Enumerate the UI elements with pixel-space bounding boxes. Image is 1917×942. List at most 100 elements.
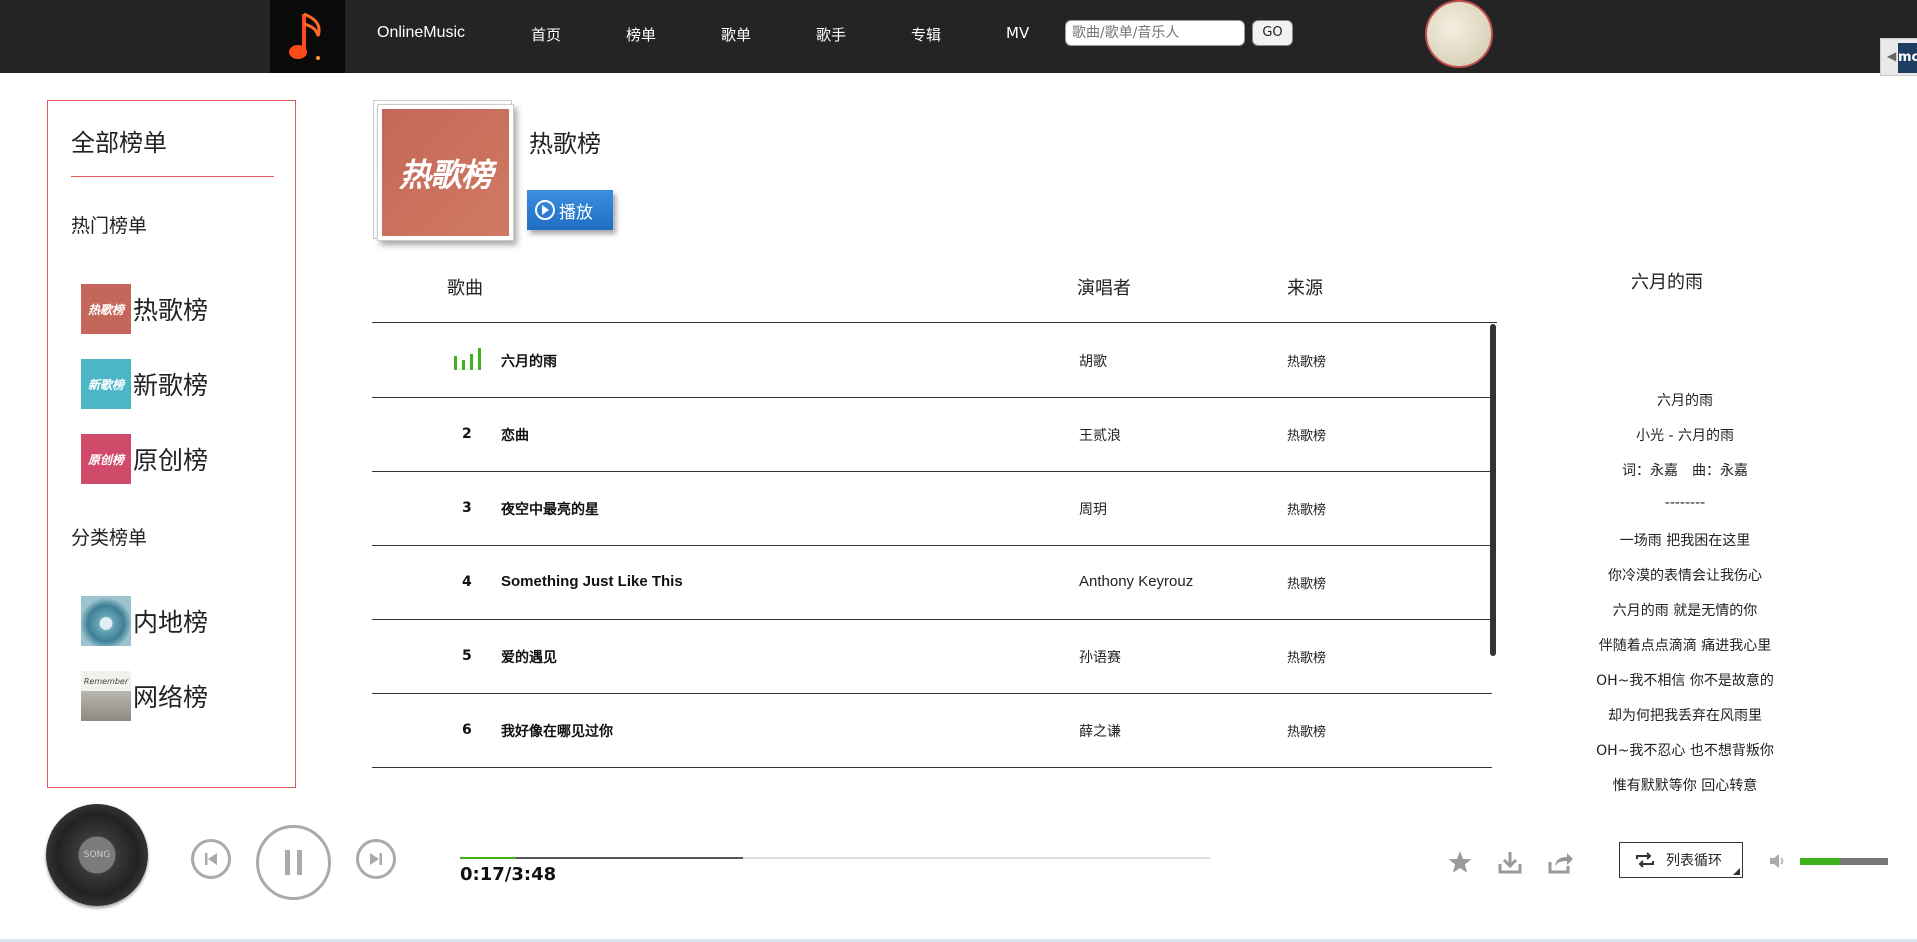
row-number: 2 bbox=[462, 426, 472, 442]
column-header-source: 来源 bbox=[1287, 278, 1323, 299]
play-all-label: 播放 bbox=[559, 202, 593, 223]
share-icon[interactable] bbox=[1546, 848, 1574, 876]
nav-playlists[interactable]: 歌单 bbox=[721, 24, 751, 45]
song-source: 热歌榜 bbox=[1287, 651, 1327, 666]
skip-previous-icon bbox=[205, 853, 217, 865]
loop-mode-label: 列表循环 bbox=[1666, 853, 1722, 869]
sidebar-divider bbox=[71, 176, 274, 177]
song-artist[interactable]: 周玥 bbox=[1079, 499, 1107, 519]
chart-sidebar: 全部榜单 热门榜单 热歌榜 热歌榜 新歌榜 新歌榜 原创榜 原创榜 分类榜单 内… bbox=[47, 100, 296, 788]
loop-mode-corner bbox=[1733, 868, 1740, 875]
play-circle-icon bbox=[535, 200, 555, 220]
disc-label: SONG bbox=[83, 850, 111, 860]
lyric-line: OH~我不忍心 也不想背叛你 bbox=[1596, 743, 1774, 759]
playlist-cover: 热歌榜 bbox=[373, 100, 514, 241]
progress-fill[interactable] bbox=[460, 857, 516, 859]
previous-button[interactable] bbox=[191, 839, 231, 879]
song-artist[interactable]: 孙语赛 bbox=[1079, 647, 1121, 667]
cover-front-frame: 热歌榜 bbox=[377, 104, 514, 241]
star-icon[interactable] bbox=[1446, 848, 1474, 876]
lyrics-title: 六月的雨 bbox=[1631, 272, 1703, 293]
mainland-thumb bbox=[81, 596, 131, 646]
side-tab-label: mo bbox=[1898, 43, 1917, 73]
lyric-line: 六月的雨 就是无情的你 bbox=[1612, 603, 1758, 619]
lyric-line: 一场雨 把我困在这里 bbox=[1619, 533, 1751, 549]
next-button[interactable] bbox=[356, 839, 396, 879]
repeat-icon bbox=[1636, 852, 1654, 868]
nav-charts[interactable]: 榜单 bbox=[626, 24, 656, 45]
album-disc: SONG bbox=[46, 804, 148, 906]
song-source: 热歌榜 bbox=[1287, 577, 1327, 592]
loop-mode-button[interactable]: 列表循环 bbox=[1619, 842, 1743, 878]
search-input[interactable] bbox=[1065, 20, 1245, 46]
sidebar-item-hot-songs[interactable]: 热歌榜 热歌榜 bbox=[81, 284, 208, 334]
column-header-song: 歌曲 bbox=[447, 278, 483, 299]
sidebar-item-network[interactable]: Remember 网络榜 bbox=[81, 671, 208, 721]
table-scrollbar[interactable] bbox=[1490, 324, 1496, 656]
table-row[interactable]: 4 Something Just Like This Anthony Keyro… bbox=[372, 546, 1492, 620]
nav-mv[interactable]: MV bbox=[1006, 24, 1029, 42]
song-artist[interactable]: 薛之谦 bbox=[1079, 721, 1121, 741]
table-row[interactable]: 5 爱的遇见 孙语赛 热歌榜 bbox=[372, 620, 1492, 694]
sidebar-item-new-songs[interactable]: 新歌榜 新歌榜 bbox=[81, 359, 208, 409]
song-artist[interactable]: Anthony Keyrouz bbox=[1079, 573, 1193, 590]
song-source: 热歌榜 bbox=[1287, 355, 1327, 370]
category-charts-heading: 分类榜单 bbox=[71, 527, 148, 549]
song-title[interactable]: 爱的遇见 bbox=[501, 647, 557, 667]
cover-art: 热歌榜 bbox=[382, 109, 509, 236]
go-button[interactable]: GO bbox=[1252, 20, 1293, 46]
row-number: 4 bbox=[462, 574, 472, 590]
row-number: 5 bbox=[462, 648, 472, 664]
sidebar-item-label: 新歌榜 bbox=[133, 371, 209, 400]
table-header-divider bbox=[372, 322, 1497, 323]
lyric-line: 你冷漠的表情会让我伤心 bbox=[1608, 568, 1762, 584]
pause-button[interactable] bbox=[256, 825, 331, 900]
sidebar-item-mainland[interactable]: 内地榜 bbox=[81, 596, 208, 646]
column-header-artist: 演唱者 bbox=[1077, 278, 1131, 299]
sidebar-item-label: 原创榜 bbox=[133, 446, 209, 475]
network-thumb: Remember bbox=[81, 671, 131, 721]
lyric-line: 伴随着点点滴滴 痛进我心里 bbox=[1598, 638, 1772, 654]
table-row[interactable]: 3 夜空中最亮的星 周玥 热歌榜 bbox=[372, 472, 1492, 546]
side-panel-tab[interactable]: ◀ mo bbox=[1880, 38, 1917, 76]
song-artist[interactable]: 王贰浪 bbox=[1079, 425, 1121, 445]
lyric-line: 词：永嘉 曲：永嘉 bbox=[1622, 463, 1748, 479]
sidebar-item-original[interactable]: 原创榜 原创榜 bbox=[81, 434, 208, 484]
nav-artists[interactable]: 歌手 bbox=[816, 24, 846, 45]
chevron-left-icon: ◀ bbox=[1887, 49, 1897, 63]
hot-songs-thumb: 热歌榜 bbox=[81, 284, 131, 334]
song-source: 热歌榜 bbox=[1287, 503, 1327, 518]
user-avatar[interactable] bbox=[1425, 0, 1493, 68]
table-row[interactable]: 六月的雨 胡歌 热歌榜 bbox=[372, 324, 1492, 398]
lyric-line: 却为何把我丢弃在风雨里 bbox=[1608, 708, 1762, 724]
sidebar-title: 全部榜单 bbox=[71, 129, 167, 157]
brand-name[interactable]: OnlineMusic bbox=[377, 24, 465, 42]
volume-icon[interactable] bbox=[1767, 851, 1787, 871]
pause-icon bbox=[285, 850, 302, 875]
song-title[interactable]: 我好像在哪见过你 bbox=[501, 721, 613, 741]
song-title[interactable]: Something Just Like This bbox=[501, 573, 683, 590]
lyric-line: OH~我不相信 你不是故意的 bbox=[1596, 673, 1774, 689]
lyric-line: 小光 - 六月的雨 bbox=[1636, 428, 1734, 444]
new-songs-thumb: 新歌榜 bbox=[81, 359, 131, 409]
playback-time: 0:17/3:48 bbox=[460, 864, 557, 885]
lyric-line: 惟有默默等你 回心转意 bbox=[1612, 778, 1758, 794]
skip-next-icon bbox=[370, 853, 382, 865]
volume-fill[interactable] bbox=[1800, 858, 1840, 865]
lyric-line: -------- bbox=[1664, 495, 1706, 511]
sidebar-item-label: 网络榜 bbox=[133, 683, 209, 712]
play-all-button[interactable]: 播放 bbox=[527, 190, 613, 230]
song-title[interactable]: 六月的雨 bbox=[501, 351, 557, 371]
song-source: 热歌榜 bbox=[1287, 429, 1327, 444]
nav-albums[interactable]: 专辑 bbox=[911, 24, 941, 45]
row-number: 3 bbox=[462, 500, 472, 516]
song-title[interactable]: 夜空中最亮的星 bbox=[501, 499, 599, 519]
music-note-logo[interactable] bbox=[270, 0, 345, 73]
song-title[interactable]: 恋曲 bbox=[501, 425, 529, 445]
song-source: 热歌榜 bbox=[1287, 725, 1327, 740]
download-icon[interactable] bbox=[1496, 848, 1524, 876]
table-row[interactable]: 6 我好像在哪见过你 薛之谦 热歌榜 bbox=[372, 694, 1492, 768]
nav-home[interactable]: 首页 bbox=[531, 24, 561, 45]
table-row[interactable]: 2 恋曲 王贰浪 热歌榜 bbox=[372, 398, 1492, 472]
song-artist[interactable]: 胡歌 bbox=[1079, 351, 1107, 371]
